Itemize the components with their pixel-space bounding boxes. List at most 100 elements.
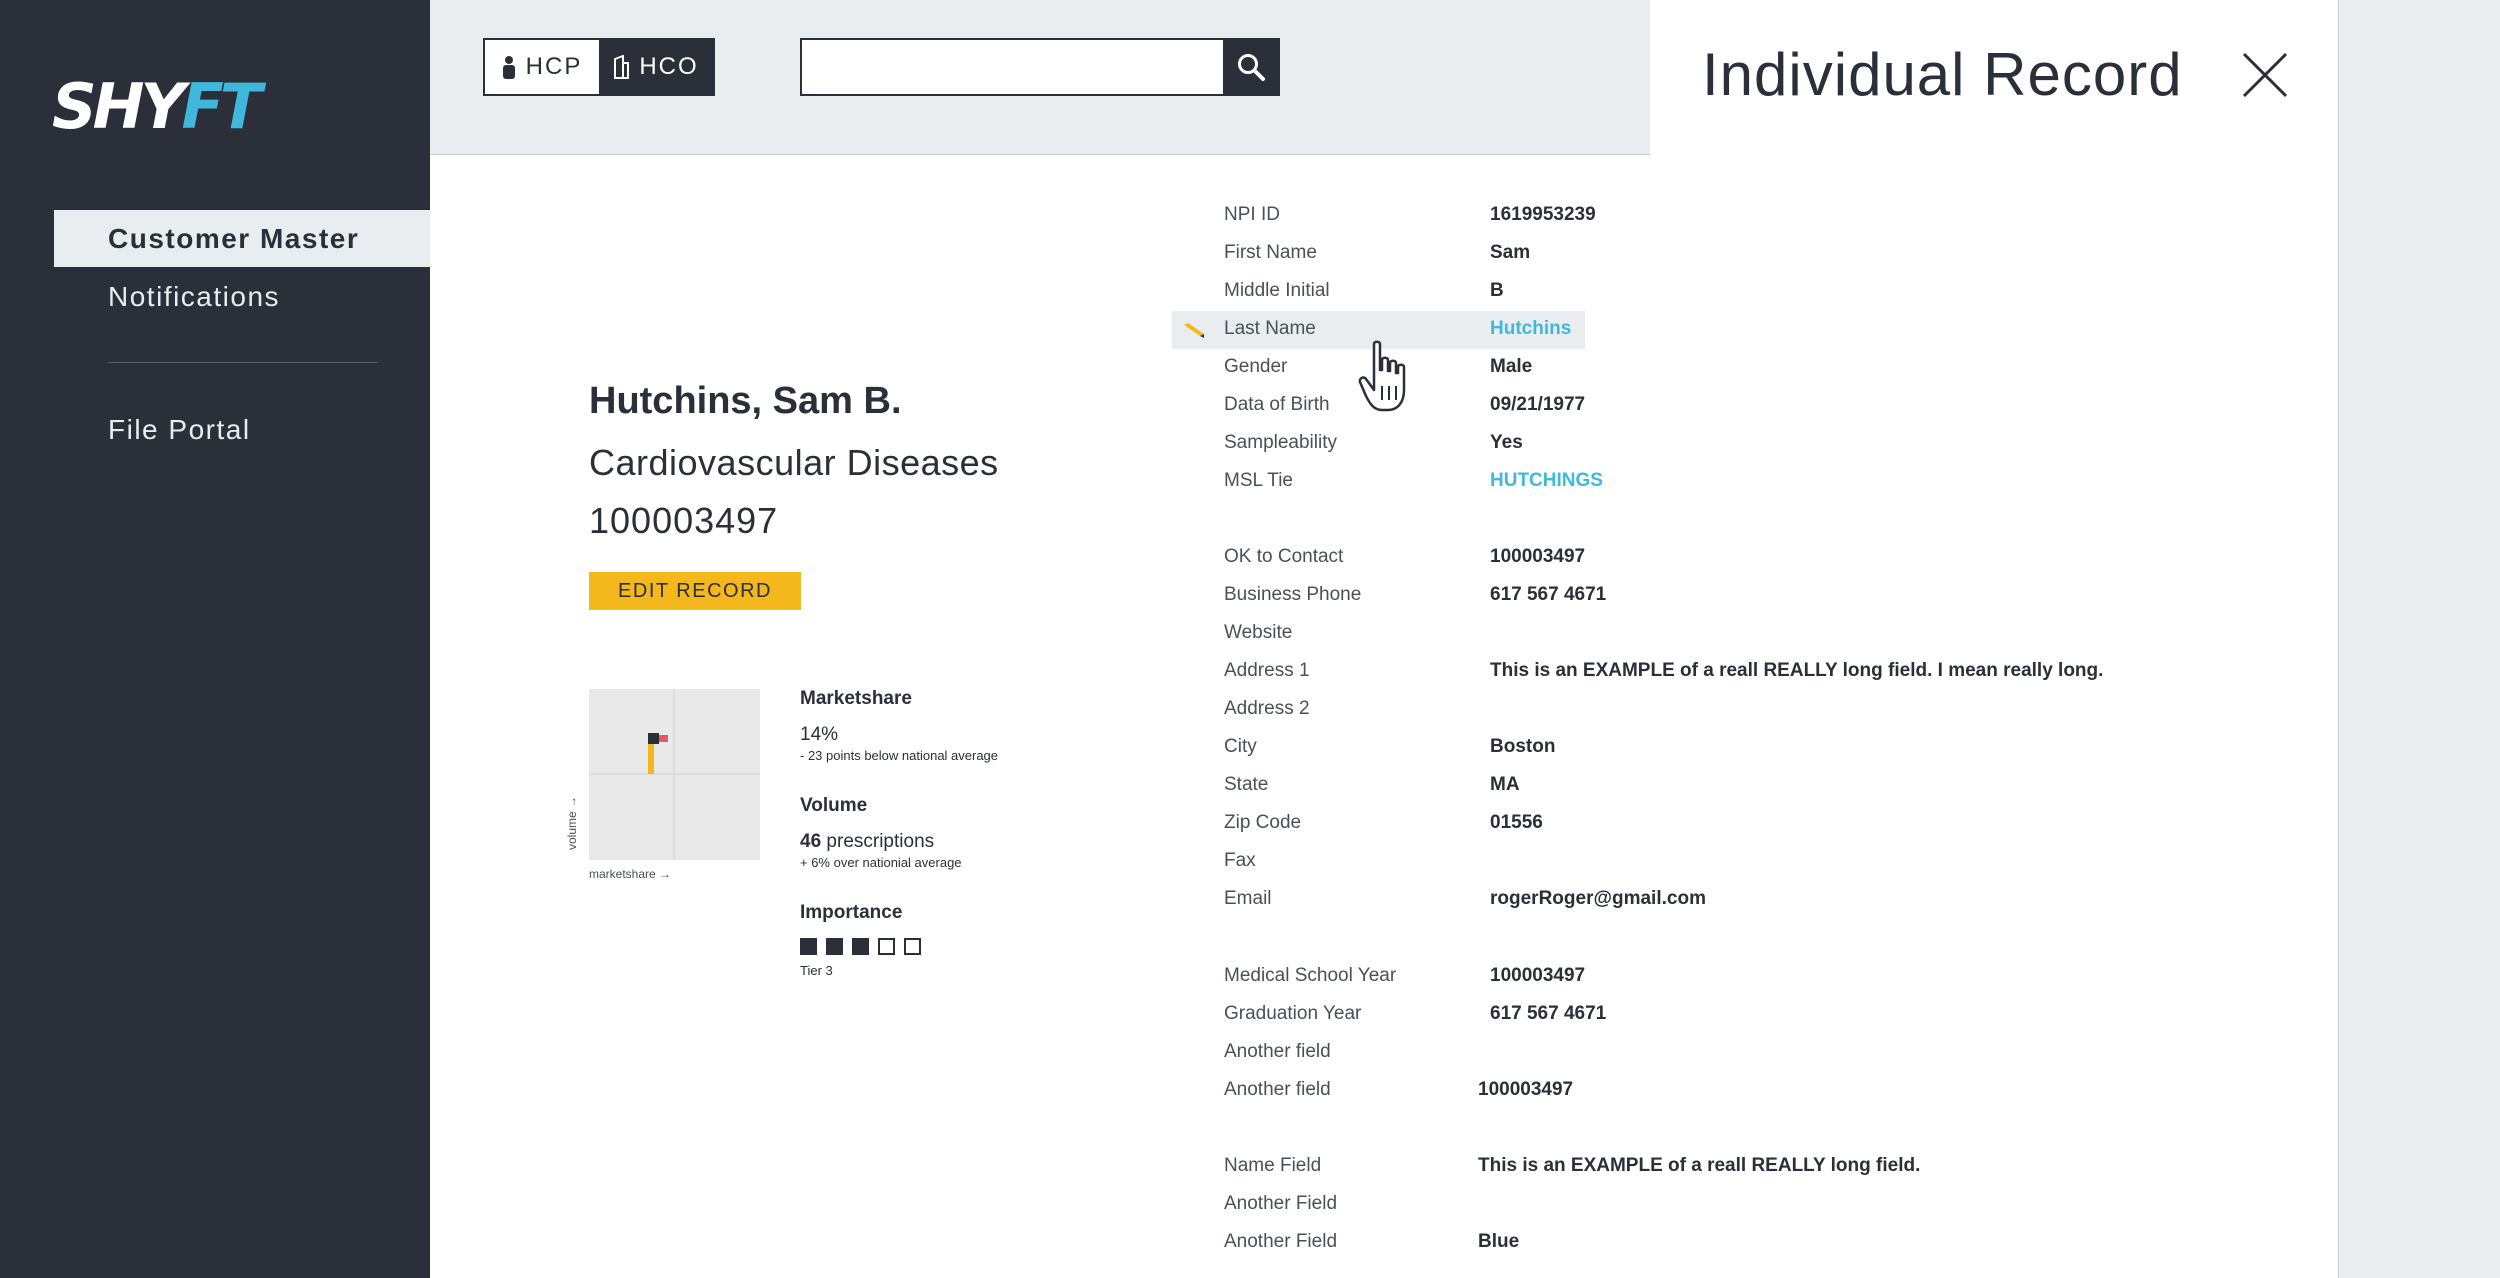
- toggle-hcp[interactable]: HCP: [485, 40, 599, 94]
- metric-marketshare: Marketshare 14% - 23 points below nation…: [800, 688, 1100, 763]
- field-row[interactable]: MSL Tie HUTCHINGS: [1172, 463, 2332, 501]
- metric-importance: Importance Tier 3: [800, 902, 1100, 978]
- field-row[interactable]: State MA: [1172, 767, 2332, 805]
- importance-square-filled: [852, 938, 869, 955]
- field-value: 1619953239: [1490, 204, 1596, 225]
- field-row[interactable]: First Name Sam: [1172, 235, 2332, 273]
- field-label: City: [1224, 736, 1257, 757]
- field-row[interactable]: Data of Birth 09/21/1977: [1172, 387, 2332, 425]
- field-row[interactable]: Name Field This is an EXAMPLE of a reall …: [1172, 1148, 2332, 1186]
- field-row[interactable]: OK to Contact 100003497: [1172, 539, 2332, 577]
- importance-square-filled: [800, 938, 817, 955]
- field-row[interactable]: Gender Male: [1172, 349, 2332, 387]
- sidebar-item-customer-master[interactable]: Customer Master: [54, 210, 430, 267]
- toggle-hco-label: HCO: [639, 53, 699, 80]
- metric-note: - 23 points below national average: [800, 748, 999, 763]
- importance-square-filled: [826, 938, 843, 955]
- field-label: MSL Tie: [1224, 470, 1293, 491]
- field-row[interactable]: Fax: [1172, 843, 2332, 881]
- field-label: Name Field: [1224, 1155, 1322, 1176]
- importance-square-empty: [904, 938, 921, 955]
- field-label: Sampleability: [1224, 432, 1337, 453]
- field-row[interactable]: Business Phone 617 567 4671: [1172, 577, 2332, 615]
- volume-unit: prescriptions: [826, 831, 935, 852]
- chart-position-marker: [648, 733, 659, 744]
- toggle-hco[interactable]: HCO: [599, 40, 713, 94]
- field-value: 100003497: [1490, 546, 1586, 567]
- logo-text-blue: FT: [181, 70, 262, 143]
- profile-name: Hutchins, Sam B.: [589, 380, 902, 422]
- field-row[interactable]: Another field 100003497: [1172, 1072, 2332, 1110]
- sidebar-item-file-portal[interactable]: File Portal: [54, 401, 430, 458]
- metrics-panel: Marketshare 14% - 23 points below nation…: [800, 688, 1100, 978]
- field-row[interactable]: Another field: [1172, 1034, 2332, 1072]
- field-value: 100003497: [1490, 965, 1586, 986]
- field-label: Data of Birth: [1224, 394, 1330, 415]
- importance-square-empty: [878, 938, 895, 955]
- field-value: Yes: [1490, 432, 1523, 453]
- field-row[interactable]: Medical School Year 100003497: [1172, 958, 2332, 996]
- person-icon: [502, 56, 515, 79]
- metric-volume: Volume 46 prescriptions + 6% over nation…: [800, 795, 1100, 870]
- field-row[interactable]: Another Field Blue: [1172, 1224, 2332, 1262]
- field-label: Another field: [1224, 1079, 1331, 1100]
- sidebar-item-notifications[interactable]: Notifications: [54, 268, 430, 325]
- field-value-link[interactable]: HUTCHINGS: [1490, 470, 1603, 492]
- field-row[interactable]: City Boston: [1172, 729, 2332, 767]
- hcp-hco-toggle: HCP HCO: [483, 38, 715, 96]
- field-value: 100003497: [1478, 1079, 1574, 1100]
- profile-id: 100003497: [589, 500, 779, 541]
- edit-record-button[interactable]: EDIT RECORD: [589, 572, 801, 610]
- field-label: Another Field: [1224, 1231, 1338, 1252]
- right-rail: [2338, 0, 2500, 1278]
- field-value: Boston: [1490, 736, 1556, 757]
- field-value: B: [1490, 280, 1504, 301]
- field-label: Middle Initial: [1224, 280, 1330, 301]
- field-row[interactable]: Graduation Year 617 567 4671: [1172, 996, 2332, 1034]
- shyft-logo[interactable]: SHYFT: [52, 70, 282, 143]
- field-label: First Name: [1224, 242, 1317, 263]
- field-value: Male: [1490, 356, 1533, 377]
- metric-note: + 6% over nationial average: [800, 855, 962, 870]
- field-label: Fax: [1224, 850, 1256, 871]
- metric-value: 46 prescriptions: [800, 831, 1100, 853]
- field-value: rogerRoger@gmail.com: [1490, 888, 1706, 909]
- field-row[interactable]: NPI ID 1619953239: [1172, 197, 2332, 235]
- field-value: This is an EXAMPLE of a reall REALLY lon…: [1490, 660, 2104, 681]
- field-label: Business Phone: [1224, 584, 1362, 605]
- field-label: State: [1224, 774, 1269, 795]
- field-label: OK to Contact: [1224, 546, 1344, 567]
- field-row[interactable]: Another Field: [1172, 1186, 2332, 1224]
- field-value: Sam: [1490, 242, 1531, 263]
- importance-tier: Tier 3: [800, 963, 833, 978]
- field-row[interactable]: Zip Code 01556: [1172, 805, 2332, 843]
- field-row[interactable]: Middle Initial B: [1172, 273, 2332, 311]
- field-label: Another field: [1224, 1041, 1331, 1062]
- logo-text-white: SHY: [52, 70, 185, 143]
- field-label: Medical School Year: [1224, 965, 1397, 986]
- field-row[interactable]: Address 1 This is an EXAMPLE of a reall R…: [1172, 653, 2332, 691]
- importance-rating: [800, 938, 1100, 955]
- record-fields: NPI ID 1619953239 First Name Sam Middle Init…: [1172, 0, 2332, 1278]
- field-label: Address 1: [1224, 660, 1310, 681]
- field-row[interactable]: Sampleability Yes: [1172, 425, 2332, 463]
- field-row[interactable]: Address 2: [1172, 691, 2332, 729]
- metric-label: Importance: [800, 902, 903, 923]
- chart-xlabel: marketshare →: [589, 867, 671, 881]
- volume-number: 46: [800, 831, 822, 852]
- field-row[interactable]: Last Name Hutchins: [1172, 311, 2332, 349]
- field-value: 617 567 4671: [1490, 584, 1607, 605]
- pencil-edit-icon[interactable]: [1182, 320, 1206, 340]
- field-value-link[interactable]: Hutchins: [1490, 318, 1571, 340]
- field-row[interactable]: Email rogerRoger@gmail.com: [1172, 881, 2332, 919]
- metric-label: Volume: [800, 795, 868, 816]
- field-value: 09/21/1977: [1490, 394, 1586, 415]
- field-value: Blue: [1478, 1231, 1520, 1252]
- field-label: Website: [1224, 622, 1293, 643]
- field-value: 01556: [1490, 812, 1543, 833]
- metric-label: Marketshare: [800, 688, 912, 709]
- field-label: Address 2: [1224, 698, 1310, 719]
- field-label: Another Field: [1224, 1193, 1338, 1214]
- profile-specialty: Cardiovascular Diseases: [589, 442, 999, 483]
- field-row[interactable]: Website: [1172, 615, 2332, 653]
